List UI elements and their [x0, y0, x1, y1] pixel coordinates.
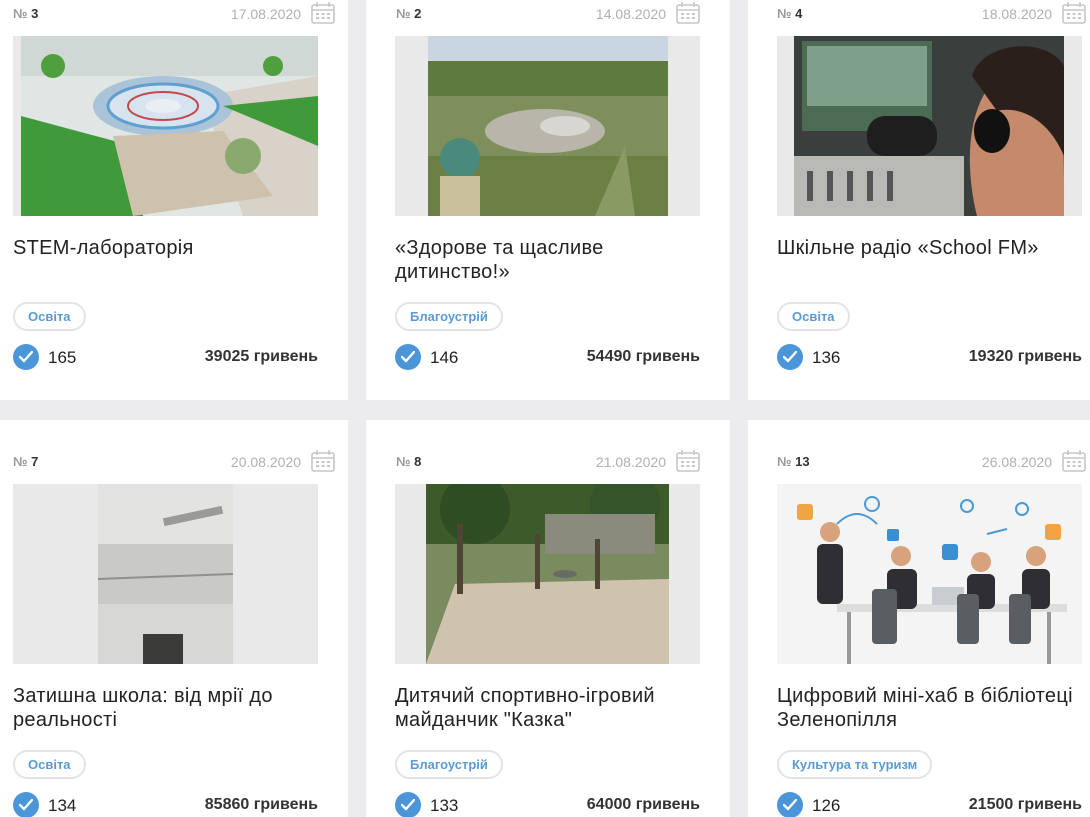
vote-count: 126 [812, 796, 841, 815]
vote-button[interactable] [777, 792, 803, 817]
calendar-icon [1062, 2, 1086, 24]
project-date: 20.08.2020 [230, 454, 301, 470]
project-card[interactable]: № 8 21.08.2020 Дитячий спортивно-ігровий… [366, 420, 730, 817]
card-meta: № 2 14.08.2020 [396, 2, 700, 24]
project-title[interactable]: STEM-лабораторія [13, 236, 340, 260]
project-title[interactable]: Шкільне радіо «School FM» [777, 236, 1090, 260]
project-budget: 19320 гривень [968, 348, 1082, 365]
project-budget: 54490 гривень [586, 348, 700, 365]
card-meta: № 13 26.08.2020 [777, 450, 1086, 472]
card-meta: № 4 18.08.2020 [777, 2, 1086, 24]
project-budget: 85860 гривень [204, 796, 318, 813]
vote-count: 146 [430, 348, 459, 367]
project-date: 18.08.2020 [981, 6, 1052, 22]
category-tag[interactable]: Благоустрій [395, 750, 503, 779]
vote-count: 136 [812, 348, 841, 367]
category-tag[interactable]: Освіта [777, 302, 850, 331]
vote-count: 134 [48, 796, 77, 815]
calendar-icon [1062, 450, 1086, 472]
project-budget: 21500 гривень [968, 796, 1082, 813]
calendar-icon [676, 2, 700, 24]
vote-button[interactable] [395, 344, 421, 370]
project-number: № 3 [13, 6, 39, 21]
checkmark-icon [783, 351, 797, 363]
project-date: 21.08.2020 [595, 454, 666, 470]
project-card[interactable]: № 7 20.08.2020 Затишна школа: від мрії д… [0, 420, 348, 817]
checkmark-icon [783, 799, 797, 811]
checkmark-icon [19, 351, 33, 363]
project-number: № 8 [396, 454, 422, 469]
calendar-icon [311, 450, 335, 472]
project-image[interactable] [777, 484, 1082, 664]
project-budget: 64000 гривень [586, 796, 700, 813]
category-tag[interactable]: Освіта [13, 750, 86, 779]
category-tag[interactable]: Культура та туризм [777, 750, 933, 779]
card-meta: № 8 21.08.2020 [396, 450, 700, 472]
project-card[interactable]: № 3 17.08.2020 STEM-лабораторія Освіта 1… [0, 0, 348, 400]
category-tag[interactable]: Благоустрій [395, 302, 503, 331]
project-image[interactable] [13, 484, 318, 664]
project-number: № 4 [777, 6, 803, 21]
project-title[interactable]: Цифровий міні-хаб в бібліотеці Зеленопіл… [777, 684, 1082, 732]
checkmark-icon [401, 351, 415, 363]
calendar-icon [311, 2, 335, 24]
vote-button[interactable] [395, 792, 421, 817]
category-tag[interactable]: Освіта [13, 302, 86, 331]
project-number: № 2 [396, 6, 422, 21]
project-number: № 13 [777, 454, 810, 469]
checkmark-icon [401, 799, 415, 811]
vote-button[interactable] [13, 792, 39, 817]
project-number: № 7 [13, 454, 39, 469]
project-date: 14.08.2020 [595, 6, 666, 22]
project-grid: № 3 17.08.2020 STEM-лабораторія Освіта 1… [0, 0, 1090, 817]
project-title[interactable]: Затишна школа: від мрії до реальності [13, 684, 340, 732]
project-image[interactable] [777, 36, 1082, 216]
vote-count: 133 [430, 796, 459, 815]
project-card[interactable]: № 13 26.08.2020 Цифровий міні-хаб в бібл… [748, 420, 1090, 817]
vote-count: 165 [48, 348, 77, 367]
card-meta: № 3 17.08.2020 [13, 2, 335, 24]
vote-button[interactable] [777, 344, 803, 370]
project-image[interactable] [395, 36, 700, 216]
project-image[interactable] [13, 36, 318, 216]
project-title[interactable]: Дитячий спортивно-ігровий майданчик "Каз… [395, 684, 722, 732]
calendar-icon [676, 450, 700, 472]
project-date: 26.08.2020 [981, 454, 1052, 470]
vote-button[interactable] [13, 344, 39, 370]
checkmark-icon [19, 799, 33, 811]
project-card[interactable]: № 2 14.08.2020 «Здорове та щасливе дитин… [366, 0, 730, 400]
project-budget: 39025 гривень [204, 348, 318, 365]
project-card[interactable]: № 4 18.08.2020 Шкільне радіо «School FM»… [748, 0, 1090, 400]
project-title[interactable]: «Здорове та щасливе дитинство!» [395, 236, 722, 284]
project-image[interactable] [395, 484, 700, 664]
card-meta: № 7 20.08.2020 [13, 450, 335, 472]
project-date: 17.08.2020 [230, 6, 301, 22]
